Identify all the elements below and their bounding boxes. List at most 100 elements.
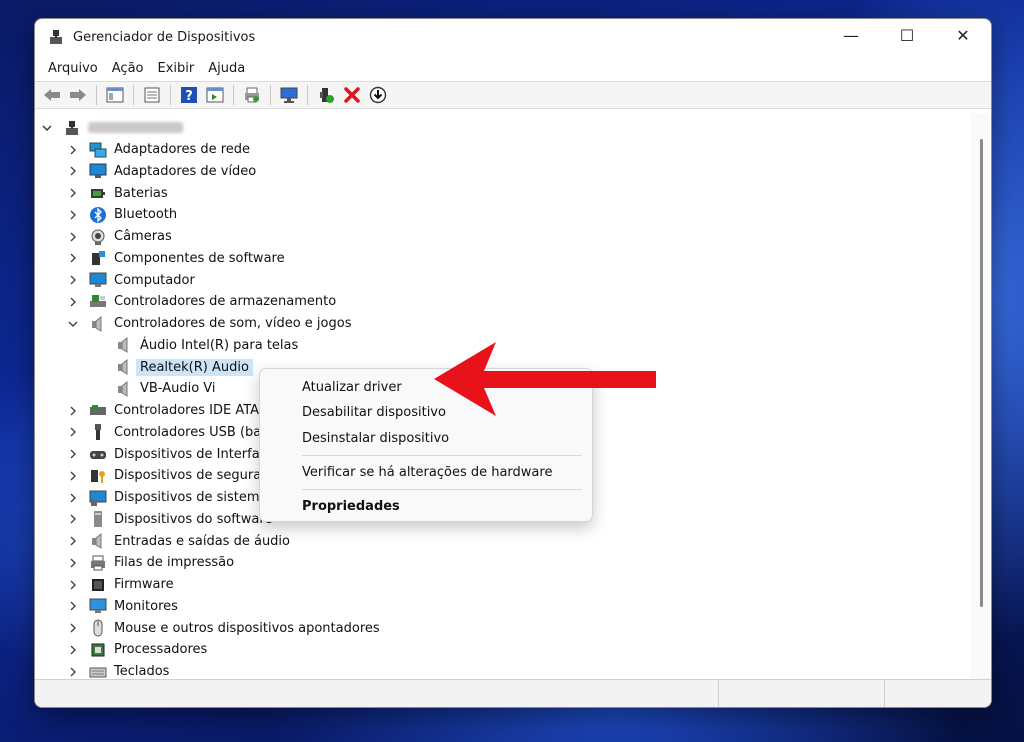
chevron-right-icon[interactable]	[67, 274, 79, 286]
toolbar-separator	[307, 85, 308, 105]
chevron-right-icon[interactable]	[67, 644, 79, 656]
tree-item-bluetooth[interactable]: Bluetooth	[67, 204, 177, 225]
chevron-right-icon[interactable]	[67, 426, 79, 438]
chevron-down-icon[interactable]	[67, 318, 79, 330]
disable-device-menu-item[interactable]: Desabilitar dispositivo	[302, 405, 446, 420]
chevron-right-icon[interactable]	[67, 252, 79, 264]
computer-name-redacted	[88, 122, 183, 133]
tree-item-entradas-e-saidas-de-audio[interactable]: Entradas e saídas de áudio	[67, 531, 290, 552]
tree-item-baterias[interactable]: Baterias	[67, 183, 168, 204]
computer-root-icon	[63, 119, 81, 137]
tree-item-processadores[interactable]: Processadores	[67, 639, 207, 660]
chevron-right-icon[interactable]	[67, 144, 79, 156]
chevron-right-icon[interactable]	[67, 579, 79, 591]
chevron-right-icon[interactable]	[67, 622, 79, 634]
computer-icon	[89, 271, 107, 289]
uninstall-icon[interactable]	[340, 83, 364, 107]
tree-item-label: Realtek(R) Audio	[136, 358, 253, 376]
properties-menu-item[interactable]: Propriedades	[302, 499, 400, 514]
firmware-icon	[89, 576, 107, 594]
chevron-right-icon[interactable]	[67, 513, 79, 525]
tree-item-label: Áudio Intel(R) para telas	[140, 337, 299, 353]
chevron-down-icon[interactable]	[41, 122, 53, 134]
tree-item-label: Componentes de software	[114, 250, 285, 266]
tree-item-controladores-ide-ata[interactable]: Controladores IDE ATA/	[67, 400, 263, 421]
chevron-right-icon[interactable]	[67, 209, 79, 221]
tree-item-cameras[interactable]: Câmeras	[67, 226, 172, 247]
update-driver-icon[interactable]	[314, 83, 338, 107]
tree-item-computador[interactable]: Computador	[67, 270, 195, 291]
tree-item-dispositivos-de-segurar[interactable]: Dispositivos de segurar	[67, 465, 267, 486]
chevron-right-icon[interactable]	[67, 470, 79, 482]
tree-item-controladores-usb-ba[interactable]: Controladores USB (ba	[67, 422, 261, 443]
tree-item-dispositivos-de-sistema[interactable]: Dispositivos de sistema	[67, 487, 268, 508]
scroll-thumb[interactable]	[980, 139, 983, 607]
close-button[interactable]: ✕	[935, 19, 991, 51]
toolbar-separator	[96, 85, 97, 105]
tree-item-label: Baterias	[114, 185, 168, 201]
chevron-right-icon[interactable]	[67, 535, 79, 547]
update-driver-menu-item[interactable]: Atualizar driver	[302, 380, 402, 395]
scan-hardware-icon[interactable]	[277, 83, 301, 107]
tree-item-realtek-r-audio[interactable]: Realtek(R) Audio	[115, 357, 253, 378]
chevron-right-icon[interactable]	[67, 448, 79, 460]
keyboard-icon	[89, 663, 107, 680]
menu-ajuda[interactable]: Ajuda	[201, 59, 252, 78]
monitor-icon	[89, 597, 107, 615]
tree-item-dispositivos-de-interfac[interactable]: Dispositivos de Interfac	[67, 444, 267, 465]
title-bar[interactable]: Gerenciador de Dispositivos — ☐ ✕	[35, 19, 991, 55]
tree-item-dispositivos-do-software[interactable]: Dispositivos do software	[67, 509, 272, 530]
forward-arrow-icon[interactable]	[66, 83, 90, 107]
chevron-right-icon[interactable]	[67, 296, 79, 308]
security-key-icon	[89, 467, 107, 485]
menu-acao[interactable]: Ação	[105, 59, 151, 78]
tree-item-adaptadores-de-video[interactable]: Adaptadores de vídeo	[67, 161, 256, 182]
maximize-button[interactable]: ☐	[879, 19, 935, 51]
back-arrow-icon[interactable]	[40, 83, 64, 107]
tree-item-filas-de-impressao[interactable]: Filas de impressão	[67, 552, 234, 573]
tree-item-componentes-de-software[interactable]: Componentes de software	[67, 248, 285, 269]
tree-item-audio-intel-r-para-telas[interactable]: Áudio Intel(R) para telas	[115, 335, 298, 356]
chevron-right-icon[interactable]	[67, 600, 79, 612]
tree-root[interactable]	[41, 117, 183, 138]
scan-hardware-menu-item[interactable]: Verificar se há alterações de hardware	[302, 465, 552, 480]
tree-item-mouse-e-outros-dispositivos-apontadores[interactable]: Mouse e outros dispositivos apontadores	[67, 618, 380, 639]
action-pane-icon[interactable]	[203, 83, 227, 107]
toolbar-separator	[133, 85, 134, 105]
download-driver-icon[interactable]	[366, 83, 390, 107]
uninstall-device-menu-item[interactable]: Desinstalar dispositivo	[302, 431, 449, 446]
show-hide-console-tree-icon[interactable]	[103, 83, 127, 107]
menu-arquivo[interactable]: Arquivo	[41, 59, 105, 78]
tree-item-label: Adaptadores de rede	[114, 142, 251, 157]
tree-item-controladores-de-armazenamento[interactable]: Controladores de armazenamento	[67, 291, 336, 312]
tree-item-label: Computador	[114, 272, 195, 288]
toolbar: ?	[35, 81, 991, 109]
tree-item-label: Controladores IDE ATA/	[114, 403, 264, 418]
chevron-right-icon[interactable]	[67, 187, 79, 199]
chevron-right-icon[interactable]	[67, 557, 79, 569]
chevron-right-icon[interactable]	[67, 666, 79, 678]
tree-item-label: Mouse e outros dispositivos apontadores	[114, 620, 380, 636]
tree-item-monitores[interactable]: Monitores	[67, 596, 178, 617]
vertical-scrollbar[interactable]	[971, 113, 991, 679]
tree-item-teclados[interactable]: Teclados	[67, 661, 169, 679]
tree-item-adaptadores-de-rede[interactable]: Adaptadores de rede	[67, 139, 250, 160]
chevron-right-icon[interactable]	[67, 405, 79, 417]
chevron-right-icon[interactable]	[67, 492, 79, 504]
properties-icon[interactable]	[140, 83, 164, 107]
window-title: Gerenciador de Dispositivos	[73, 29, 256, 45]
tree-item-firmware[interactable]: Firmware	[67, 574, 174, 595]
menu-bar: Arquivo Ação Exibir Ajuda	[35, 55, 991, 81]
help-icon[interactable]: ?	[177, 83, 201, 107]
print-icon[interactable]	[240, 83, 264, 107]
menu-exibir[interactable]: Exibir	[151, 59, 202, 78]
tree-item-label: Dispositivos de sistema	[114, 490, 268, 505]
camera-icon	[89, 228, 107, 246]
storage-controller-icon	[89, 293, 107, 311]
minimize-button[interactable]: —	[823, 19, 879, 51]
chevron-right-icon[interactable]	[67, 165, 79, 177]
tree-item-controladores-de-som-video-e-jogos[interactable]: Controladores de som, vídeo e jogos	[67, 313, 351, 334]
tree-item-vb-audio-vi[interactable]: VB-Audio Vi	[115, 378, 216, 399]
software-component-icon	[89, 249, 107, 267]
chevron-right-icon[interactable]	[67, 231, 79, 243]
